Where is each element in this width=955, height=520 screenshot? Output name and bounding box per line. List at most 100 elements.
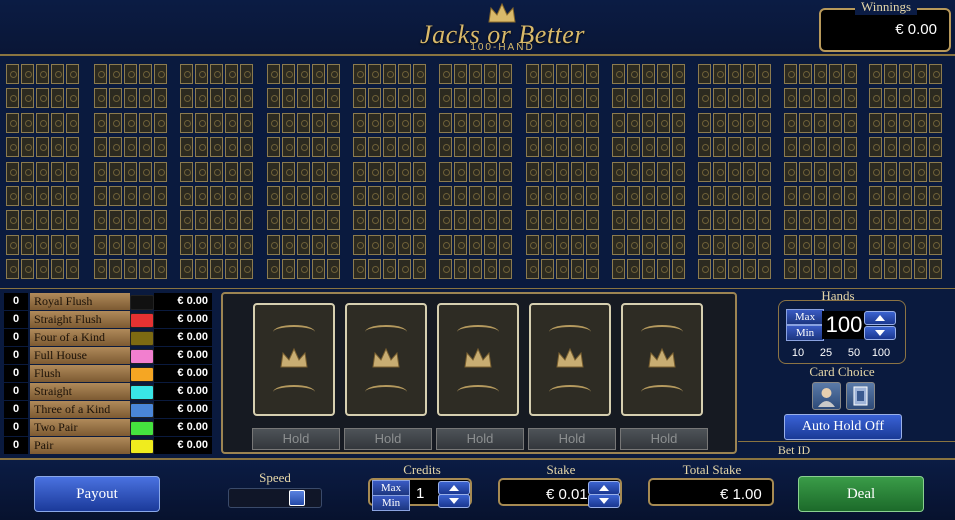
hold-button-2[interactable]: Hold bbox=[344, 428, 432, 450]
winnings-label: Winnings bbox=[855, 0, 917, 15]
hands-up-button[interactable] bbox=[864, 311, 896, 325]
mini-card-back bbox=[124, 186, 137, 206]
mini-card-back bbox=[484, 186, 497, 206]
mini-card-back bbox=[642, 259, 655, 280]
card-slot-3[interactable] bbox=[437, 303, 519, 416]
mini-card-back bbox=[929, 234, 942, 255]
mini-card-back bbox=[612, 137, 625, 158]
arrow-down-icon bbox=[875, 330, 885, 336]
mini-card-back bbox=[672, 88, 685, 109]
mini-card-back bbox=[454, 112, 467, 133]
mini-card-back bbox=[154, 64, 167, 84]
hands-preset-50[interactable]: 50 bbox=[843, 347, 865, 360]
hold-button-3[interactable]: Hold bbox=[436, 428, 524, 450]
mini-card-back bbox=[672, 259, 685, 280]
mini-card-back bbox=[642, 234, 655, 255]
paytable-color-swatch bbox=[130, 385, 154, 400]
mini-hand bbox=[439, 210, 517, 231]
card-slot-1[interactable] bbox=[253, 303, 335, 416]
mini-hand bbox=[612, 210, 690, 231]
mini-card-back bbox=[195, 186, 208, 206]
mini-card-back bbox=[413, 210, 426, 231]
paytable-row: 0 Pair € 0.00 bbox=[4, 437, 212, 455]
hands-preset-10[interactable]: 10 bbox=[787, 347, 809, 360]
hands-max-button[interactable]: Max bbox=[786, 309, 824, 325]
mini-card-back bbox=[541, 259, 554, 280]
mini-hand bbox=[698, 210, 776, 231]
credits-min-button[interactable]: Min bbox=[372, 495, 410, 511]
card-back-choice-portrait[interactable] bbox=[812, 382, 841, 410]
mini-card-back bbox=[642, 161, 655, 182]
mini-card-back bbox=[368, 64, 381, 84]
mini-card-back bbox=[210, 88, 223, 109]
mini-card-back bbox=[713, 161, 726, 182]
speed-slider-handle[interactable] bbox=[288, 490, 305, 506]
mini-hand bbox=[6, 88, 84, 109]
card-back-choice-classic[interactable] bbox=[846, 382, 875, 410]
mini-hand bbox=[698, 234, 776, 256]
mini-card-back bbox=[799, 88, 812, 109]
mini-card-back bbox=[657, 64, 670, 84]
mini-card-back bbox=[94, 259, 107, 280]
mini-card-back bbox=[484, 234, 497, 255]
card-slot-5[interactable] bbox=[621, 303, 703, 416]
mini-hand bbox=[869, 64, 947, 85]
credits-up-button[interactable] bbox=[438, 481, 470, 495]
mini-card-back bbox=[6, 186, 19, 206]
mini-hand bbox=[180, 112, 258, 134]
mini-card-back bbox=[383, 210, 396, 231]
mini-card-back bbox=[51, 259, 64, 280]
hands-preset-25[interactable]: 25 bbox=[815, 347, 837, 360]
mini-hand bbox=[439, 259, 517, 280]
mini-card-back bbox=[556, 259, 569, 280]
mini-card-back bbox=[571, 210, 584, 231]
mini-hand bbox=[869, 88, 947, 109]
paytable-count: 0 bbox=[4, 311, 28, 328]
mini-card-back bbox=[297, 64, 310, 84]
mini-card-back bbox=[312, 112, 325, 133]
mini-card-back bbox=[571, 186, 584, 206]
hold-button-1[interactable]: Hold bbox=[252, 428, 340, 450]
hold-button-5[interactable]: Hold bbox=[620, 428, 708, 450]
mini-card-back bbox=[829, 259, 842, 280]
hands-min-button[interactable]: Min bbox=[786, 325, 824, 341]
hold-button-4[interactable]: Hold bbox=[528, 428, 616, 450]
mini-card-back bbox=[282, 234, 295, 255]
paytable: 0 Royal Flush € 0.00 0 Straight Flush € 0.00 0… bbox=[4, 293, 212, 455]
mini-card-back bbox=[398, 234, 411, 255]
mini-card-back bbox=[154, 137, 167, 158]
mini-card-back bbox=[36, 210, 49, 231]
mini-card-back bbox=[383, 64, 396, 84]
card-slot-4[interactable] bbox=[529, 303, 611, 416]
mini-card-back bbox=[484, 88, 497, 109]
mini-hand bbox=[180, 259, 258, 280]
mini-hand bbox=[784, 210, 862, 231]
mini-card-back bbox=[844, 259, 857, 280]
mini-card-back bbox=[383, 137, 396, 158]
speed-slider[interactable] bbox=[228, 488, 322, 508]
mini-hand bbox=[353, 64, 431, 85]
credits-down-button[interactable] bbox=[438, 494, 470, 508]
credits-max-button[interactable]: Max bbox=[372, 480, 410, 496]
mini-hand bbox=[612, 234, 690, 256]
hands-preset-100[interactable]: 100 bbox=[870, 347, 892, 360]
mini-card-back bbox=[627, 88, 640, 109]
mini-card-back bbox=[899, 234, 912, 255]
stake-down-button[interactable] bbox=[588, 494, 620, 508]
payout-button[interactable]: Payout bbox=[34, 476, 160, 512]
stake-up-button[interactable] bbox=[588, 481, 620, 495]
mini-card-back bbox=[469, 234, 482, 255]
mini-card-back bbox=[225, 64, 238, 84]
mini-card-back bbox=[571, 88, 584, 109]
hands-down-button[interactable] bbox=[864, 326, 896, 340]
mini-card-back bbox=[556, 210, 569, 231]
deal-button[interactable]: Deal bbox=[798, 476, 924, 512]
mini-card-back bbox=[571, 137, 584, 158]
mini-hand bbox=[784, 88, 862, 109]
auto-hold-button[interactable]: Auto Hold Off bbox=[784, 414, 902, 440]
card-slot-2[interactable] bbox=[345, 303, 427, 416]
mini-card-back bbox=[66, 161, 79, 182]
mini-card-back bbox=[571, 259, 584, 280]
mini-card-back bbox=[267, 186, 280, 206]
mini-hand bbox=[612, 64, 690, 85]
